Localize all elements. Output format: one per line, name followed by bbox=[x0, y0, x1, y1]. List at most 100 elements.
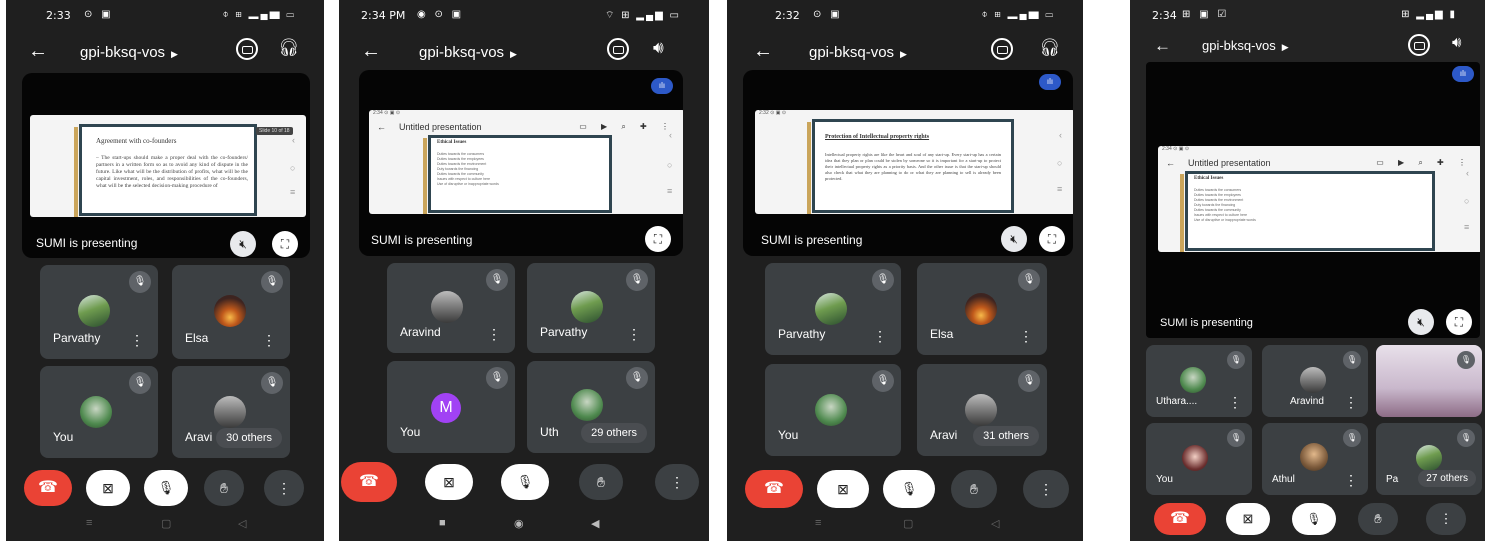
more-vert-icon[interactable]: ⋮ bbox=[627, 327, 641, 341]
participant-tile[interactable]: 🎙︎ Aravind ⋮ bbox=[387, 263, 515, 353]
more-vert-icon[interactable]: ⋮ bbox=[130, 333, 144, 347]
recent-apps-icon[interactable]: ≡ bbox=[815, 517, 821, 529]
speaker-icon[interactable]: 🔊︎ bbox=[1452, 34, 1461, 51]
participant-tile-self[interactable]: 🎙︎ You bbox=[1146, 423, 1252, 495]
participant-tile[interactable]: 🎙︎ Parvathy ⋮ bbox=[527, 263, 655, 353]
chevron-left-icon[interactable]: ‹ bbox=[292, 135, 295, 145]
more-vert-icon[interactable]: ⋮ bbox=[1344, 395, 1358, 409]
back-triangle-icon[interactable]: ◁ bbox=[238, 517, 246, 530]
others-count[interactable]: 30 others bbox=[216, 428, 282, 448]
participant-tile[interactable]: 🎙︎ Uthara.... ⋮ bbox=[1146, 345, 1252, 417]
back-arrow-icon[interactable]: ← bbox=[28, 40, 48, 63]
participant-tile-video[interactable]: 🎙︎ bbox=[1376, 345, 1482, 417]
headphones-icon[interactable]: 🎧︎ bbox=[1039, 38, 1061, 58]
more-vert-icon[interactable]: ⋮ bbox=[873, 329, 887, 343]
fullscreen-button[interactable]: ⛶ bbox=[272, 231, 298, 257]
mute-presentation-button[interactable]: 🔇︎ bbox=[230, 231, 256, 257]
recent-apps-icon[interactable]: ≡ bbox=[86, 517, 92, 529]
meeting-code[interactable]: gpi-bksq-vos ▶ bbox=[1202, 38, 1289, 53]
chevron-left-icon[interactable]: ‹ bbox=[669, 130, 672, 140]
switch-camera-icon[interactable] bbox=[607, 38, 629, 60]
participant-tile[interactable]: 🎙︎ Elsa ⋮ bbox=[917, 263, 1047, 355]
more-options-button[interactable]: ⋮ bbox=[264, 470, 304, 506]
more-vert-icon[interactable]: ⋮ bbox=[1019, 329, 1033, 343]
back-arrow-icon[interactable]: ← bbox=[1154, 36, 1171, 56]
others-count[interactable]: 29 others bbox=[581, 423, 647, 443]
back-arrow-icon[interactable]: ← bbox=[361, 40, 381, 63]
camera-off-button[interactable]: ⊠ bbox=[86, 470, 130, 506]
raise-hand-button[interactable]: ✋︎ bbox=[579, 464, 623, 500]
end-call-button[interactable]: ☎︎ bbox=[341, 462, 397, 502]
menu-icon[interactable]: ≡ bbox=[667, 186, 672, 196]
chevron-left-icon[interactable]: ‹ bbox=[1059, 130, 1062, 140]
end-call-button[interactable]: ☎︎ bbox=[745, 470, 803, 508]
mic-off-button[interactable]: 🎙︎ bbox=[144, 470, 188, 506]
back-triangle-icon[interactable]: ◁ bbox=[991, 517, 999, 530]
camera-off-button[interactable]: ⊠ bbox=[425, 464, 473, 500]
camera-off-button[interactable]: ⊠ bbox=[817, 470, 869, 508]
switch-camera-icon[interactable] bbox=[991, 38, 1013, 60]
end-call-button[interactable]: ☎︎ bbox=[1154, 503, 1206, 535]
camera-off-button[interactable]: ⊠ bbox=[1226, 503, 1270, 535]
switch-camera-icon[interactable] bbox=[1408, 34, 1430, 56]
meeting-code[interactable]: gpi-bksq-vos ▶ bbox=[419, 44, 517, 61]
participant-tile-self[interactable]: 🎙︎ You bbox=[765, 364, 901, 456]
home-icon[interactable]: ▢ bbox=[903, 517, 913, 530]
more-vert-icon[interactable]: ⋮ bbox=[1344, 473, 1358, 487]
recent-apps-icon[interactable]: ■ bbox=[439, 517, 446, 529]
menu-icon[interactable]: ≡ bbox=[290, 187, 295, 197]
mic-off-icon: 🎙︎ bbox=[872, 269, 894, 291]
avatar bbox=[431, 291, 463, 323]
menu-icon[interactable]: ≡ bbox=[1057, 184, 1062, 194]
participant-tile-self[interactable]: 🎙︎ M You bbox=[387, 361, 515, 453]
raise-hand-button[interactable]: ✋︎ bbox=[204, 470, 244, 506]
participant-tile[interactable]: 🎙︎ Aravi 31 others bbox=[917, 364, 1047, 456]
participant-tile[interactable]: 🎙︎ Pa 27 others bbox=[1376, 423, 1482, 495]
more-options-button[interactable]: ⋮ bbox=[655, 464, 699, 500]
end-call-button[interactable]: ☎︎ bbox=[24, 470, 72, 506]
participant-tile[interactable]: 🎙︎ Parvathy ⋮ bbox=[765, 263, 901, 355]
circle-icon[interactable]: ○ bbox=[667, 160, 672, 170]
circle-icon[interactable]: ○ bbox=[1464, 196, 1469, 206]
participant-tile[interactable]: 🎙︎ Elsa ⋮ bbox=[172, 265, 290, 359]
home-icon[interactable]: ▢ bbox=[161, 517, 171, 530]
raise-hand-button[interactable]: ✋︎ bbox=[951, 470, 997, 508]
more-vert-icon[interactable]: ⋮ bbox=[487, 327, 501, 341]
circle-icon[interactable]: ○ bbox=[1057, 158, 1062, 168]
mic-off-button[interactable]: 🎙︎ bbox=[883, 470, 935, 508]
mute-presentation-button[interactable]: 🔇︎ bbox=[1001, 226, 1027, 252]
fullscreen-button[interactable]: ⛶ bbox=[645, 226, 671, 252]
mic-off-icon: 🎙︎ bbox=[1018, 370, 1040, 392]
back-arrow-icon[interactable]: ← bbox=[753, 40, 773, 63]
mic-off-button[interactable]: 🎙︎ bbox=[501, 464, 549, 500]
chevron-left-icon[interactable]: ‹ bbox=[1466, 168, 1469, 178]
participant-tile[interactable]: 🎙︎ Aravind ⋮ bbox=[1262, 345, 1368, 417]
fullscreen-button[interactable]: ⛶ bbox=[1446, 309, 1472, 335]
mic-off-button[interactable]: 🎙︎ bbox=[1292, 503, 1336, 535]
menu-icon[interactable]: ≡ bbox=[1464, 222, 1469, 232]
more-options-button[interactable]: ⋮ bbox=[1023, 470, 1069, 508]
more-vert-icon[interactable]: ⋮ bbox=[262, 333, 276, 347]
others-count[interactable]: 31 others bbox=[973, 426, 1039, 446]
raise-hand-button[interactable]: ✋︎ bbox=[1358, 503, 1398, 535]
mute-presentation-button[interactable]: 🔇︎ bbox=[1408, 309, 1434, 335]
participant-tile-self[interactable]: 🎙︎ You bbox=[40, 366, 158, 458]
participant-tile[interactable]: 🎙︎ Athul ⋮ bbox=[1262, 423, 1368, 495]
headphones-icon[interactable]: 🎧︎ bbox=[278, 38, 300, 58]
home-icon[interactable]: ◉ bbox=[514, 517, 524, 530]
meeting-code[interactable]: gpi-bksq-vos ▶ bbox=[80, 44, 178, 61]
switch-camera-icon[interactable] bbox=[236, 38, 258, 60]
fullscreen-button[interactable]: ⛶ bbox=[1039, 226, 1065, 252]
others-count[interactable]: 27 others bbox=[1418, 470, 1476, 487]
presentation-stage: ılı 2:34 ⊙ ▣ ⊙ ← Untitled presentation ▭… bbox=[359, 70, 683, 256]
more-options-button[interactable]: ⋮ bbox=[1426, 503, 1466, 535]
more-vert-icon[interactable]: ⋮ bbox=[1228, 395, 1242, 409]
participant-tile[interactable]: 🎙︎ Uth 29 others bbox=[527, 361, 655, 453]
speaker-icon[interactable]: 🔊︎ bbox=[653, 38, 664, 58]
participant-tile[interactable]: 🎙︎ Aravi 30 others bbox=[172, 366, 290, 458]
back-triangle-icon[interactable]: ◀ bbox=[591, 517, 599, 530]
circle-icon[interactable]: ○ bbox=[290, 163, 295, 173]
meeting-code[interactable]: gpi-bksq-vos ▶ bbox=[809, 44, 907, 61]
mic-off-icon: 🎙︎ bbox=[626, 367, 648, 389]
participant-tile[interactable]: 🎙︎ Parvathy ⋮ bbox=[40, 265, 158, 359]
